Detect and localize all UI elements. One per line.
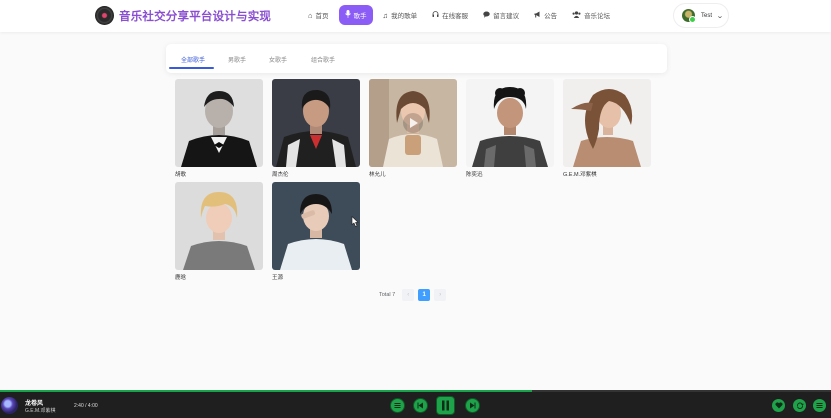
tab-group-singers[interactable]: 组合歌手 [311, 55, 335, 64]
music-note-icon: ♫ [382, 10, 389, 20]
pause-icon [442, 400, 449, 411]
singer-photo[interactable] [175, 182, 263, 270]
menu-button[interactable] [813, 399, 826, 412]
users-icon [572, 10, 581, 20]
list-icon [394, 403, 401, 408]
playlist-button[interactable] [390, 398, 405, 413]
singer-photo[interactable] [175, 79, 263, 167]
previous-track-button[interactable] [413, 398, 428, 413]
nav-label: 留言建议 [493, 13, 520, 20]
singer-name[interactable]: 王源 [272, 273, 360, 281]
main-nav: ⌂ 首页 歌手 ♫ 我的歌单 在线客服 留言建议 公告 音乐论坛 [303, 5, 620, 25]
next-page-button[interactable]: › [434, 289, 447, 301]
user-name: Test [701, 12, 713, 19]
nav-announcements[interactable]: 公告 [529, 5, 562, 25]
prev-page-button[interactable]: ‹ [402, 289, 415, 301]
loop-mode-button[interactable] [793, 399, 806, 412]
pause-button[interactable] [436, 396, 455, 415]
page-number-button[interactable]: 1 [418, 289, 431, 301]
next-icon [470, 402, 476, 409]
singer-card[interactable]: 胡歌 [175, 79, 263, 178]
total-count: Total 7 [379, 292, 396, 298]
album-cover[interactable] [1, 397, 18, 414]
like-button[interactable] [772, 399, 785, 412]
singer-photo[interactable] [369, 79, 457, 167]
site-title[interactable]: 音乐社交分享平台设计与实现 [119, 8, 271, 24]
singer-photo[interactable] [466, 79, 554, 167]
tab-all-singers[interactable]: 全部歌手 [181, 55, 205, 64]
nav-label: 音乐论坛 [584, 13, 611, 20]
pagination: Total 7 ‹ 1 › [379, 289, 450, 301]
top-header: 音乐社交分享平台设计与实现 ⌂ 首页 歌手 ♫ 我的歌单 在线客服 留言建议 公… [0, 0, 831, 32]
singer-name[interactable]: 鹿晗 [175, 273, 263, 281]
singer-card[interactable]: G.E.M.邓紫棋 [563, 79, 651, 178]
comment-icon [483, 11, 490, 20]
nav-feedback[interactable]: 留言建议 [478, 5, 524, 25]
nav-singers[interactable]: 歌手 [338, 5, 373, 25]
singer-name[interactable]: 林允儿 [369, 170, 457, 178]
nav-label: 我的歌单 [391, 13, 418, 20]
nav-online-service[interactable]: 在线客服 [427, 5, 473, 25]
tab-male-singers[interactable]: 男歌手 [228, 55, 246, 64]
microphone-icon [344, 10, 351, 20]
user-menu[interactable]: Test ⌄ [673, 3, 729, 28]
next-track-button[interactable] [465, 398, 480, 413]
singer-category-tabs: 全部歌手 男歌手 女歌手 组合歌手 [166, 44, 667, 73]
chevron-down-icon: ⌄ [716, 12, 724, 20]
headset-icon [432, 10, 439, 20]
music-player-bar: 龙卷风 G.E.M.邓紫棋 2:40 / 4:00 [0, 392, 831, 418]
singer-name[interactable]: 胡歌 [175, 170, 263, 178]
nav-my-playlists[interactable]: ♫ 我的歌单 [378, 5, 423, 25]
heart-icon [775, 402, 782, 409]
singer-card[interactable]: 周杰伦 [272, 79, 360, 178]
singer-photo[interactable] [272, 79, 360, 167]
singer-name[interactable]: 陈奕迅 [466, 170, 554, 178]
nav-forum[interactable]: 音乐论坛 [567, 5, 615, 25]
nav-label: 首页 [315, 13, 329, 20]
singer-photo[interactable] [563, 79, 651, 167]
singer-card[interactable]: 陈奕迅 [466, 79, 554, 178]
song-time: 2:40 / 4:00 [74, 403, 98, 409]
nav-label: 在线客服 [442, 13, 469, 20]
singer-card[interactable]: 王源 [272, 182, 360, 281]
vinyl-logo-icon[interactable] [95, 6, 114, 25]
singer-photo[interactable] [272, 182, 360, 270]
song-title: 龙卷风 [25, 401, 44, 407]
singer-card[interactable]: 林允儿 [369, 79, 457, 178]
mouse-pointer-icon [351, 216, 359, 227]
song-artist: G.E.M.邓紫棋 [25, 408, 56, 414]
megaphone-icon [534, 11, 541, 20]
nav-label: 歌手 [353, 13, 367, 20]
nav-home[interactable]: ⌂ 首页 [303, 5, 334, 25]
singer-name[interactable]: G.E.M.邓紫棋 [563, 170, 651, 178]
singer-name[interactable]: 周杰伦 [272, 170, 360, 178]
loop-icon [796, 402, 804, 409]
home-icon: ⌂ [308, 10, 313, 20]
active-tab-indicator [169, 67, 214, 69]
menu-icon [816, 403, 823, 408]
nav-label: 公告 [544, 13, 558, 20]
avatar [682, 9, 696, 23]
previous-icon [417, 402, 423, 409]
tab-female-singers[interactable]: 女歌手 [269, 55, 287, 64]
singer-card[interactable]: 鹿晗 [175, 182, 263, 281]
